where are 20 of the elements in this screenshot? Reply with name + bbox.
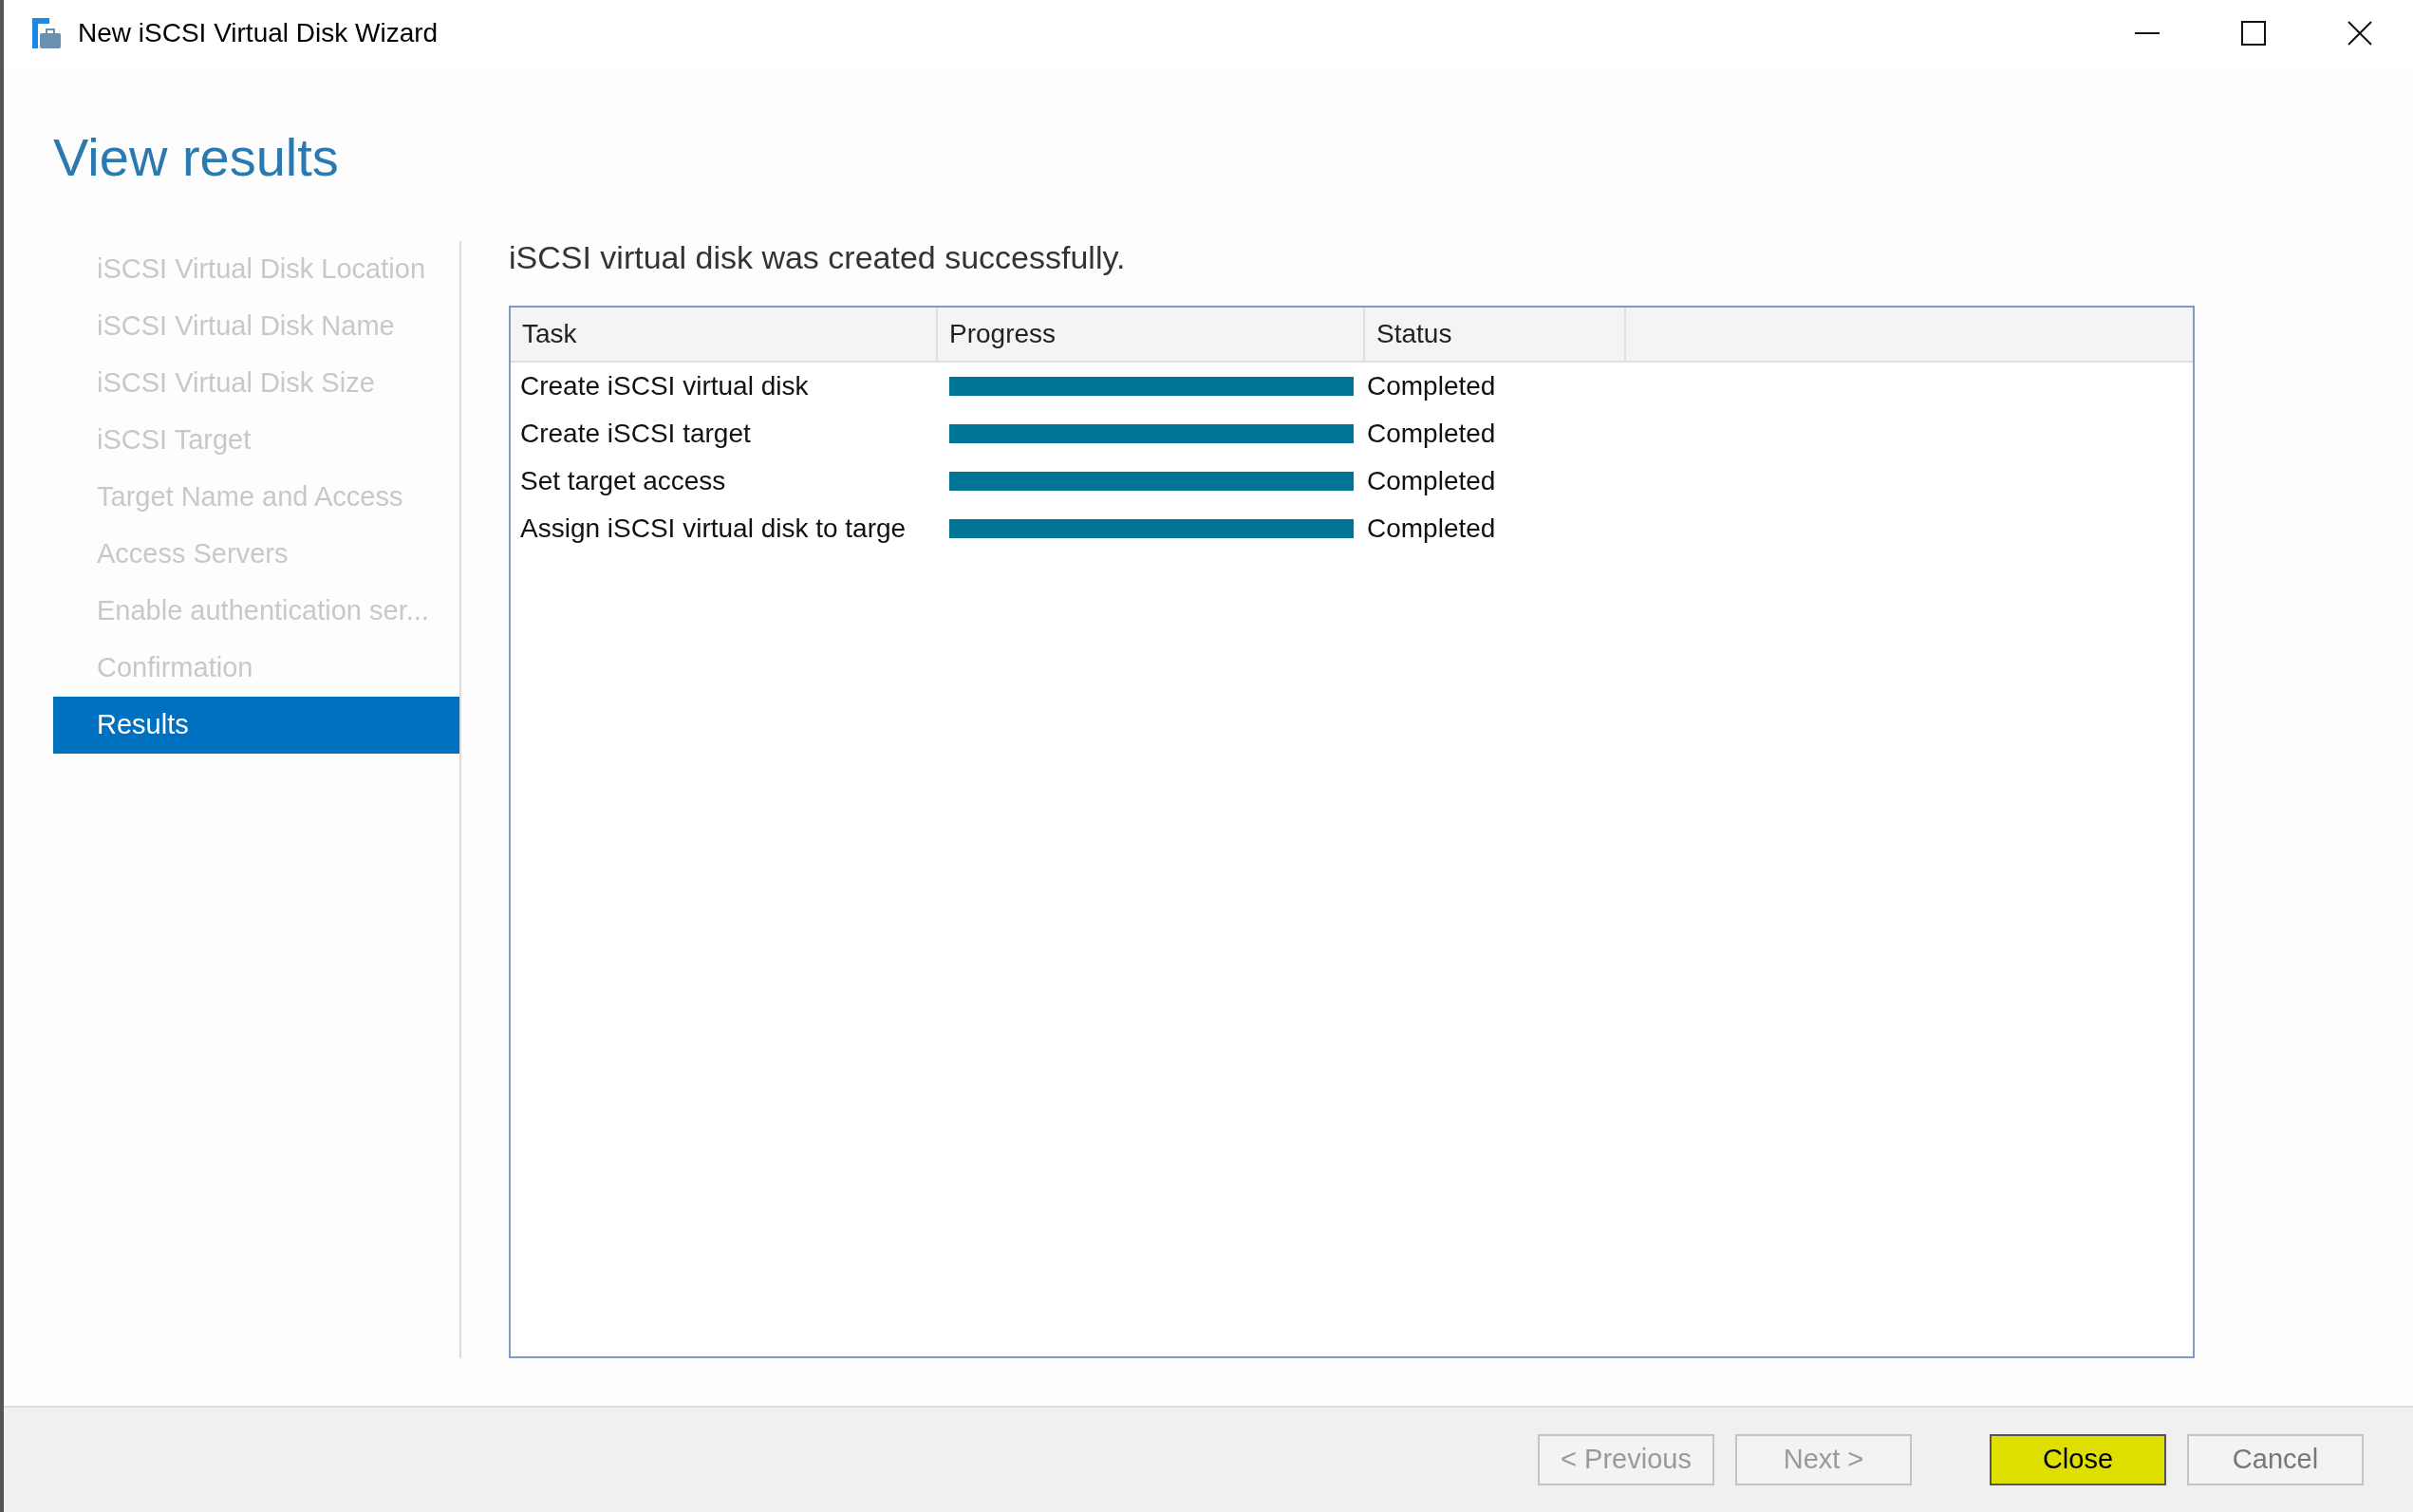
task-cell-text: Assign iSCSI virtual disk to targe	[519, 513, 907, 545]
status-cell-text: Completed	[1366, 370, 1496, 402]
window-title: New iSCSI Virtual Disk Wizard	[78, 17, 439, 49]
page-title: View results	[53, 131, 340, 184]
status-cell-text: Completed	[1366, 513, 1496, 545]
column-header[interactable]: Progress	[938, 308, 1365, 361]
status-cell-text: Completed	[1366, 418, 1496, 450]
minimize-icon	[2135, 32, 2160, 34]
result-message: iSCSI virtual disk was created successfully.	[509, 241, 1127, 273]
maximize-icon	[2241, 21, 2266, 46]
close-icon	[2348, 21, 2372, 46]
wizard-step[interactable]: Results	[53, 697, 459, 754]
wizard-button[interactable]: Close	[1990, 1434, 2166, 1485]
column-header[interactable]: Task	[511, 308, 938, 361]
task-cell-text: Create iSCSI virtual disk	[519, 370, 810, 402]
wizard-button[interactable]: Cancel	[2187, 1434, 2364, 1485]
column-header[interactable]: Status	[1365, 308, 1626, 361]
task-cell-text: Set target access	[519, 465, 727, 497]
status-cell-text: Completed	[1366, 465, 1496, 497]
task-cell-text: Create iSCSI target	[519, 418, 752, 450]
